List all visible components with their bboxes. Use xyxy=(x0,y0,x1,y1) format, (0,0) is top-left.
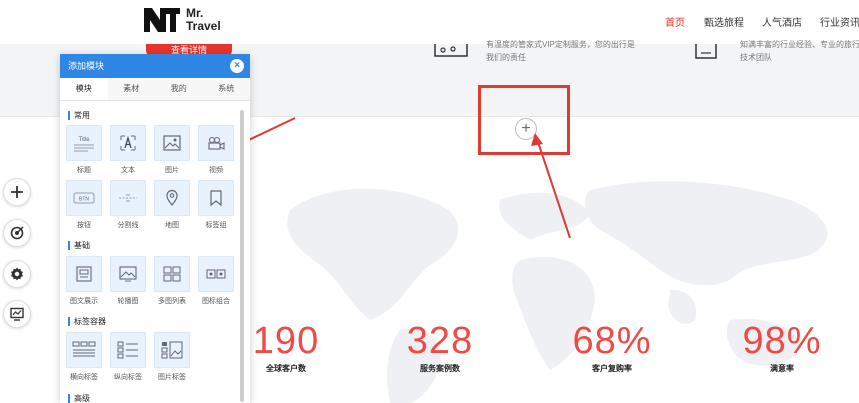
bookmark-icon xyxy=(210,190,222,206)
nav-hotels[interactable]: 人气酒店 xyxy=(762,14,802,29)
module-button[interactable]: BTN 按钮 xyxy=(66,180,102,230)
stat-value: 68% xyxy=(572,320,652,362)
module-label: 图标组合 xyxy=(202,298,230,305)
gear-icon xyxy=(11,267,23,281)
main-nav: 首页 甄选旅程 人气酒店 行业资讯 xyxy=(0,14,859,30)
tab-system[interactable]: 系统 xyxy=(203,78,251,100)
module-label: 横向标签 xyxy=(70,374,98,381)
panel-scrollbar[interactable] xyxy=(240,110,244,402)
module-image-text[interactable]: 图文展示 xyxy=(66,256,102,306)
module-label: 纵向标签 xyxy=(114,374,142,381)
module-multi-image-list[interactable]: 多图列表 xyxy=(154,256,190,306)
module-map[interactable]: 地图 xyxy=(154,180,190,230)
vertical-tabs-icon xyxy=(117,341,138,359)
feature2-line1: 知满丰富的行业经验、专业的旅行 xyxy=(740,40,859,49)
settings-tool-button[interactable] xyxy=(3,260,31,288)
module-label: 图片标签 xyxy=(158,374,186,381)
feature1-line1: 有温度的管家式VIP定制服务，您的出行是 xyxy=(486,40,635,49)
stat-customers: 190 全球客户数 xyxy=(246,321,326,374)
tab-materials[interactable]: 素材 xyxy=(108,78,156,100)
text-icon xyxy=(120,135,136,151)
module-label: 按钮 xyxy=(77,222,91,229)
divider-icon xyxy=(119,194,137,202)
section-title-basic: 基础 xyxy=(68,241,90,250)
tab-mine[interactable]: 我的 xyxy=(155,78,203,100)
feature1-line2: 我们的责任 xyxy=(486,53,526,62)
module-label: 视频 xyxy=(209,167,223,174)
title-thumb-text: Title xyxy=(78,137,90,143)
button-thumb-text: BTN xyxy=(79,197,89,203)
module-title[interactable]: Title 标题 xyxy=(66,125,102,175)
nav-news[interactable]: 行业资讯 xyxy=(820,14,859,29)
module-video[interactable]: 视频 xyxy=(198,125,234,175)
button-icon: BTN xyxy=(73,192,95,204)
module-divider[interactable]: 分割线 xyxy=(110,180,146,230)
stat-value: 98% xyxy=(742,320,822,362)
site-header: Mr. Travel 首页 甄选旅程 人气酒店 行业资讯 xyxy=(0,0,859,45)
module-horizontal-tabs[interactable]: 横向标签 xyxy=(66,332,102,382)
module-label: 图文展示 xyxy=(70,298,98,305)
module-label: 分割线 xyxy=(117,222,139,229)
add-module-panel: 添加模块 × 模块 素材 我的 系统 常用 Title 标题 文本 图片 视频 … xyxy=(60,54,250,403)
image-icon xyxy=(163,135,181,151)
stat-label: 客户复购率 xyxy=(592,364,632,373)
stat-label: 满意率 xyxy=(770,364,794,373)
highlight-box xyxy=(478,85,570,155)
close-icon[interactable]: × xyxy=(230,59,244,73)
stat-value: 328 xyxy=(406,320,474,362)
stat-cases: 328 服务案例数 xyxy=(398,321,482,374)
module-text[interactable]: 文本 xyxy=(110,125,146,175)
title-icon: Title xyxy=(74,137,94,152)
module-label: 图片 xyxy=(165,167,179,174)
video-icon xyxy=(208,136,225,150)
stat-label: 服务案例数 xyxy=(420,364,460,373)
monitor-tool-button[interactable] xyxy=(3,300,31,328)
panel-title: 添加模块 xyxy=(68,61,105,71)
stat-label: 全球客户数 xyxy=(266,364,306,373)
module-tag-group[interactable]: 标签组 xyxy=(198,180,234,230)
section-title-tab-container: 标签容器 xyxy=(68,317,106,326)
stat-satisfaction: 98% 满意率 xyxy=(736,321,828,374)
nav-home[interactable]: 首页 xyxy=(665,14,685,29)
team-icon xyxy=(695,44,717,59)
stat-value: 190 xyxy=(252,320,320,362)
target-tool-button[interactable] xyxy=(3,219,31,247)
module-label: 轮播图 xyxy=(117,298,139,305)
nav-trips[interactable]: 甄选旅程 xyxy=(704,14,744,29)
module-label: 标签组 xyxy=(205,222,227,229)
map-pin-icon xyxy=(166,189,178,206)
plus-icon xyxy=(11,186,23,198)
module-carousel[interactable]: 轮播图 xyxy=(110,256,146,306)
section-title-advanced: 高级 xyxy=(68,394,90,403)
carousel-icon xyxy=(119,266,137,282)
service-icon xyxy=(434,44,468,57)
module-image-tabs[interactable]: 图片标签 xyxy=(154,332,190,382)
multi-image-icon xyxy=(163,266,181,282)
stat-repurchase: 68% 客户复购率 xyxy=(566,321,658,374)
tab-modules[interactable]: 模块 xyxy=(60,78,108,100)
module-vertical-tabs[interactable]: 纵向标签 xyxy=(110,332,146,382)
section-title-common: 常用 xyxy=(68,111,90,120)
panel-tabs: 模块 素材 我的 系统 xyxy=(60,78,250,101)
image-text-icon xyxy=(76,266,92,282)
icon-combo-icon xyxy=(206,269,226,279)
image-tabs-icon xyxy=(161,341,183,359)
monitor-icon xyxy=(10,307,24,321)
module-label: 多图列表 xyxy=(158,298,186,305)
horizontal-tabs-icon xyxy=(72,341,96,357)
module-label: 标题 xyxy=(77,167,91,174)
module-label: 文本 xyxy=(121,167,135,174)
feature2-line2: 技术团队 xyxy=(740,53,772,62)
module-label: 地图 xyxy=(165,222,179,229)
add-tool-button[interactable] xyxy=(3,178,31,206)
module-image[interactable]: 图片 xyxy=(154,125,190,175)
module-icon-combo[interactable]: 图标组合 xyxy=(198,256,234,306)
target-icon xyxy=(10,226,24,240)
